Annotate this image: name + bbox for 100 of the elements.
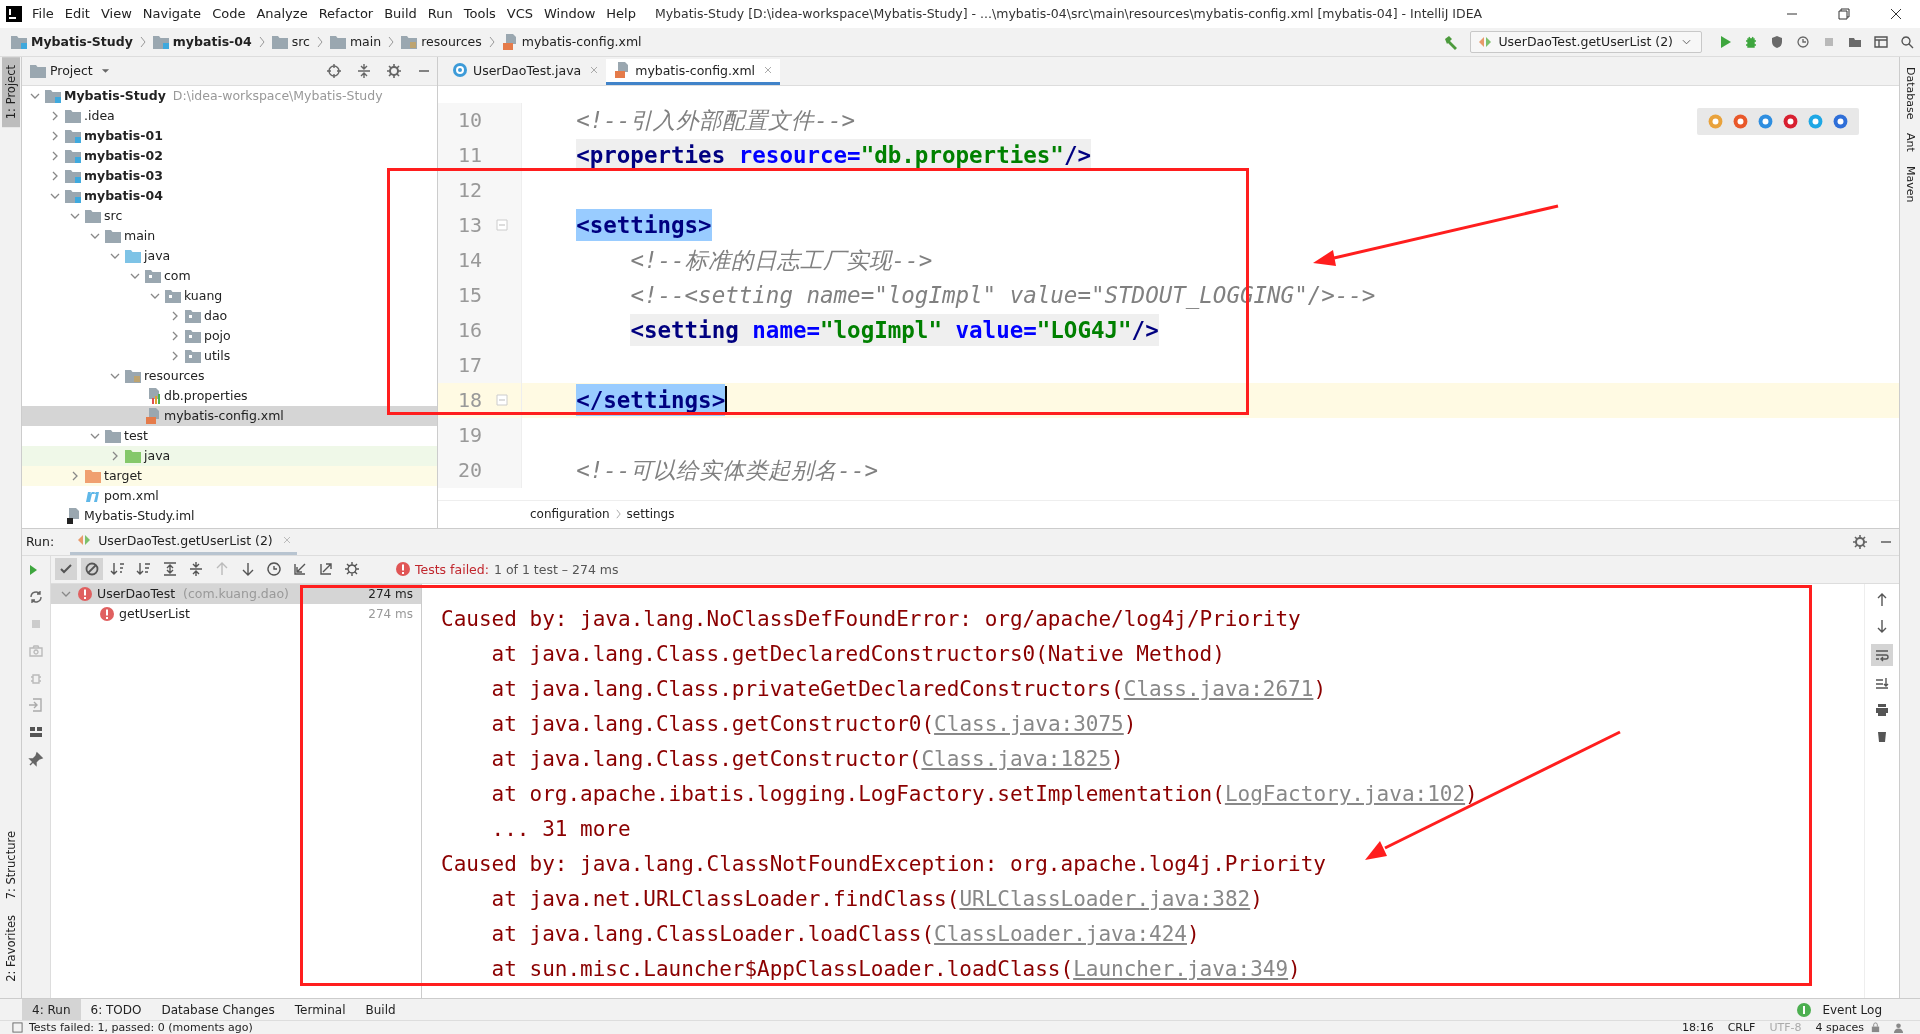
search-icon[interactable] bbox=[1899, 33, 1915, 50]
source-link[interactable]: URLClassLoader.java:382 bbox=[959, 886, 1251, 911]
tree-item[interactable]: mybatis-config.xml bbox=[164, 408, 284, 424]
person-icon[interactable] bbox=[1893, 1022, 1904, 1033]
panel-toggle-icon[interactable] bbox=[12, 1022, 23, 1033]
status-item[interactable]: CRLF bbox=[1727, 1021, 1756, 1034]
collapse-all-icon[interactable] bbox=[188, 561, 204, 578]
tree-item[interactable]: mybatis-02 bbox=[84, 148, 163, 164]
shield-icon[interactable] bbox=[1769, 33, 1785, 50]
expand-all-icon[interactable] bbox=[162, 561, 178, 578]
tree-item[interactable]: dao bbox=[204, 308, 228, 324]
close-icon[interactable] bbox=[1890, 7, 1902, 20]
tree-item[interactable]: Mybatis-Study bbox=[64, 88, 166, 104]
crosshair-icon[interactable] bbox=[326, 62, 342, 79]
source-link[interactable]: LogFactory.java:102 bbox=[1224, 781, 1466, 806]
refresh-icon[interactable] bbox=[28, 588, 44, 605]
tree-item[interactable]: .idea bbox=[84, 108, 115, 124]
breadcrumb-item[interactable]: settings bbox=[626, 507, 675, 522]
clock-icon[interactable] bbox=[1795, 33, 1811, 50]
scroll-end-icon[interactable] bbox=[1874, 675, 1890, 692]
run-configuration-dropdown[interactable]: UserDaoTest.getUserList (2) bbox=[1470, 30, 1702, 53]
test-row[interactable]: getUserList 274 ms bbox=[51, 603, 421, 624]
breadcrumb-item[interactable]: Mybatis-Study bbox=[8, 33, 136, 50]
source-link[interactable]: ClassLoader.java:424 bbox=[934, 921, 1187, 946]
breadcrumb-item[interactable]: configuration bbox=[530, 507, 610, 522]
soft-wrap-icon[interactable] bbox=[1871, 643, 1893, 666]
editor-tab[interactable]: UserDaoTest.java bbox=[444, 58, 607, 85]
collapse-all-icon[interactable] bbox=[356, 62, 372, 79]
menu-item[interactable]: Tools bbox=[463, 6, 496, 22]
tree-item[interactable]: mybatis-03 bbox=[84, 168, 163, 184]
prohibit-icon[interactable] bbox=[81, 558, 103, 581]
tree-item[interactable]: main bbox=[124, 228, 156, 244]
tree-item[interactable]: mybatis-04 bbox=[84, 188, 163, 204]
breadcrumb-item[interactable]: resources bbox=[398, 33, 485, 50]
tree-item[interactable]: java bbox=[144, 248, 171, 264]
menu-item[interactable]: Run bbox=[427, 6, 453, 22]
source-link[interactable]: Class.java:1825 bbox=[921, 746, 1112, 771]
pin-icon[interactable] bbox=[28, 750, 44, 767]
import-icon[interactable] bbox=[292, 561, 308, 578]
breadcrumb-item[interactable]: mybatis-config.xml bbox=[498, 33, 645, 50]
export-icon[interactable] bbox=[318, 561, 334, 578]
settings-icon[interactable] bbox=[344, 561, 360, 578]
check-icon[interactable] bbox=[55, 558, 77, 581]
tool-window-tab[interactable]: Maven bbox=[1903, 166, 1917, 203]
tool-window-tab[interactable]: 4: Run bbox=[22, 999, 81, 1020]
project-view-dropdown[interactable]: Project bbox=[50, 63, 93, 79]
tool-window-tab[interactable]: 7: Structure bbox=[1, 822, 20, 908]
menu-item[interactable]: Edit bbox=[64, 6, 90, 22]
tool-window-tab[interactable]: Terminal bbox=[284, 999, 356, 1020]
tool-window-tab[interactable]: Database bbox=[1903, 66, 1917, 120]
hammer-icon[interactable] bbox=[1443, 33, 1460, 50]
breadcrumb-item[interactable]: mybatis-04 bbox=[149, 33, 255, 50]
tree-item[interactable]: pom.xml bbox=[104, 488, 159, 504]
breadcrumb-item[interactable]: main bbox=[326, 33, 385, 50]
tree-item[interactable]: src bbox=[104, 208, 123, 224]
menu-item[interactable]: Build bbox=[384, 6, 417, 22]
menu-item[interactable]: Refactor bbox=[318, 6, 374, 22]
status-item[interactable]: 18:16 bbox=[1681, 1021, 1714, 1034]
menu-item[interactable]: File bbox=[32, 6, 54, 22]
source-link[interactable]: Class.java:3075 bbox=[934, 711, 1124, 736]
tree-item[interactable]: java bbox=[144, 448, 171, 464]
clock-icon[interactable] bbox=[266, 561, 282, 578]
source-link[interactable]: Class.java:2671 bbox=[1123, 676, 1314, 701]
menu-item[interactable]: Navigate bbox=[142, 6, 202, 22]
menu-item[interactable]: VCS bbox=[506, 6, 534, 22]
menu-item[interactable]: View bbox=[100, 6, 132, 22]
tool-window-tab[interactable]: Build bbox=[355, 999, 406, 1020]
settings-icon[interactable] bbox=[1852, 533, 1868, 550]
menu-item[interactable]: Help bbox=[606, 6, 636, 22]
tree-item[interactable]: Mybatis-Study.iml bbox=[84, 508, 195, 524]
tree-item[interactable]: utils bbox=[204, 348, 231, 364]
status-item[interactable]: 4 spaces bbox=[1815, 1021, 1864, 1034]
tool-window-tab[interactable]: 6: TODO bbox=[80, 999, 152, 1020]
tree-item[interactable]: com bbox=[164, 268, 191, 284]
caret-icon[interactable] bbox=[100, 67, 110, 74]
tree-item[interactable]: db.properties bbox=[164, 388, 248, 404]
tool-window-tab[interactable]: 2: Favorites bbox=[1, 907, 20, 990]
selected-tree-row[interactable]: mybatis-config.xml bbox=[22, 405, 437, 426]
tool-window-tab[interactable]: Ant bbox=[1903, 133, 1917, 153]
run-tab[interactable]: UserDaoTest.getUserList (2) bbox=[70, 528, 297, 555]
fold-marker-icon[interactable] bbox=[495, 394, 508, 407]
tree-item[interactable]: mybatis-01 bbox=[84, 128, 163, 144]
menu-item[interactable]: Code bbox=[212, 6, 246, 22]
restore-icon[interactable] bbox=[1838, 7, 1850, 20]
lock-icon[interactable] bbox=[1870, 1022, 1881, 1033]
source-link[interactable]: Launcher.java:349 bbox=[1073, 956, 1289, 981]
menu-item[interactable]: Analyze bbox=[256, 6, 308, 22]
menu-item[interactable]: Window bbox=[544, 6, 596, 22]
tree-item[interactable]: resources bbox=[144, 368, 205, 384]
tree-item[interactable]: test bbox=[124, 428, 148, 444]
fold-marker-icon[interactable] bbox=[495, 219, 508, 232]
tree-item[interactable]: kuang bbox=[184, 288, 223, 304]
settings-icon[interactable] bbox=[386, 62, 402, 79]
tree-item[interactable]: target bbox=[104, 468, 142, 484]
tool-window-tab[interactable]: Database Changes bbox=[151, 999, 285, 1020]
tree-item[interactable]: pojo bbox=[204, 328, 231, 344]
editor-tab[interactable]: mybatis-config.xml bbox=[606, 58, 781, 85]
event-log-tab[interactable]: Event Log bbox=[1812, 999, 1892, 1020]
window-icon[interactable] bbox=[1873, 33, 1889, 50]
arrow-down-icon[interactable] bbox=[240, 561, 256, 578]
